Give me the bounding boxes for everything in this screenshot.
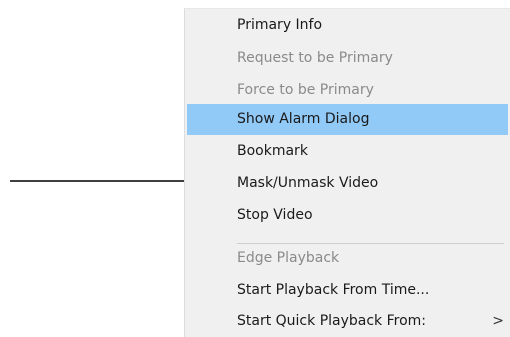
- menu-item-force-to-be-primary: Force to be Primary: [237, 82, 374, 98]
- chevron-right-icon: >: [492, 313, 504, 329]
- context-menu: Primary Info Request to be Primary Force…: [184, 8, 510, 337]
- menu-item-start-quick-playback-from[interactable]: Start Quick Playback From: >: [185, 306, 510, 337]
- menu-item-stop-video[interactable]: Stop Video: [185, 200, 510, 231]
- menu-item-mask-unmask-video[interactable]: Mask/Unmask Video: [185, 168, 510, 199]
- menu-item-request-to-be-primary: Request to be Primary: [237, 50, 393, 66]
- menu-item-show-alarm-dialog[interactable]: Show Alarm Dialog: [187, 104, 508, 135]
- menu-item-start-playback-from-time[interactable]: Start Playback From Time...: [185, 275, 510, 306]
- menu-item-primary-info[interactable]: Primary Info: [185, 10, 510, 41]
- menu-item-bookmark[interactable]: Bookmark: [185, 136, 510, 167]
- menu-item-edge-playback: Edge Playback: [237, 250, 340, 266]
- menu-item-label: Start Quick Playback From:: [237, 313, 427, 329]
